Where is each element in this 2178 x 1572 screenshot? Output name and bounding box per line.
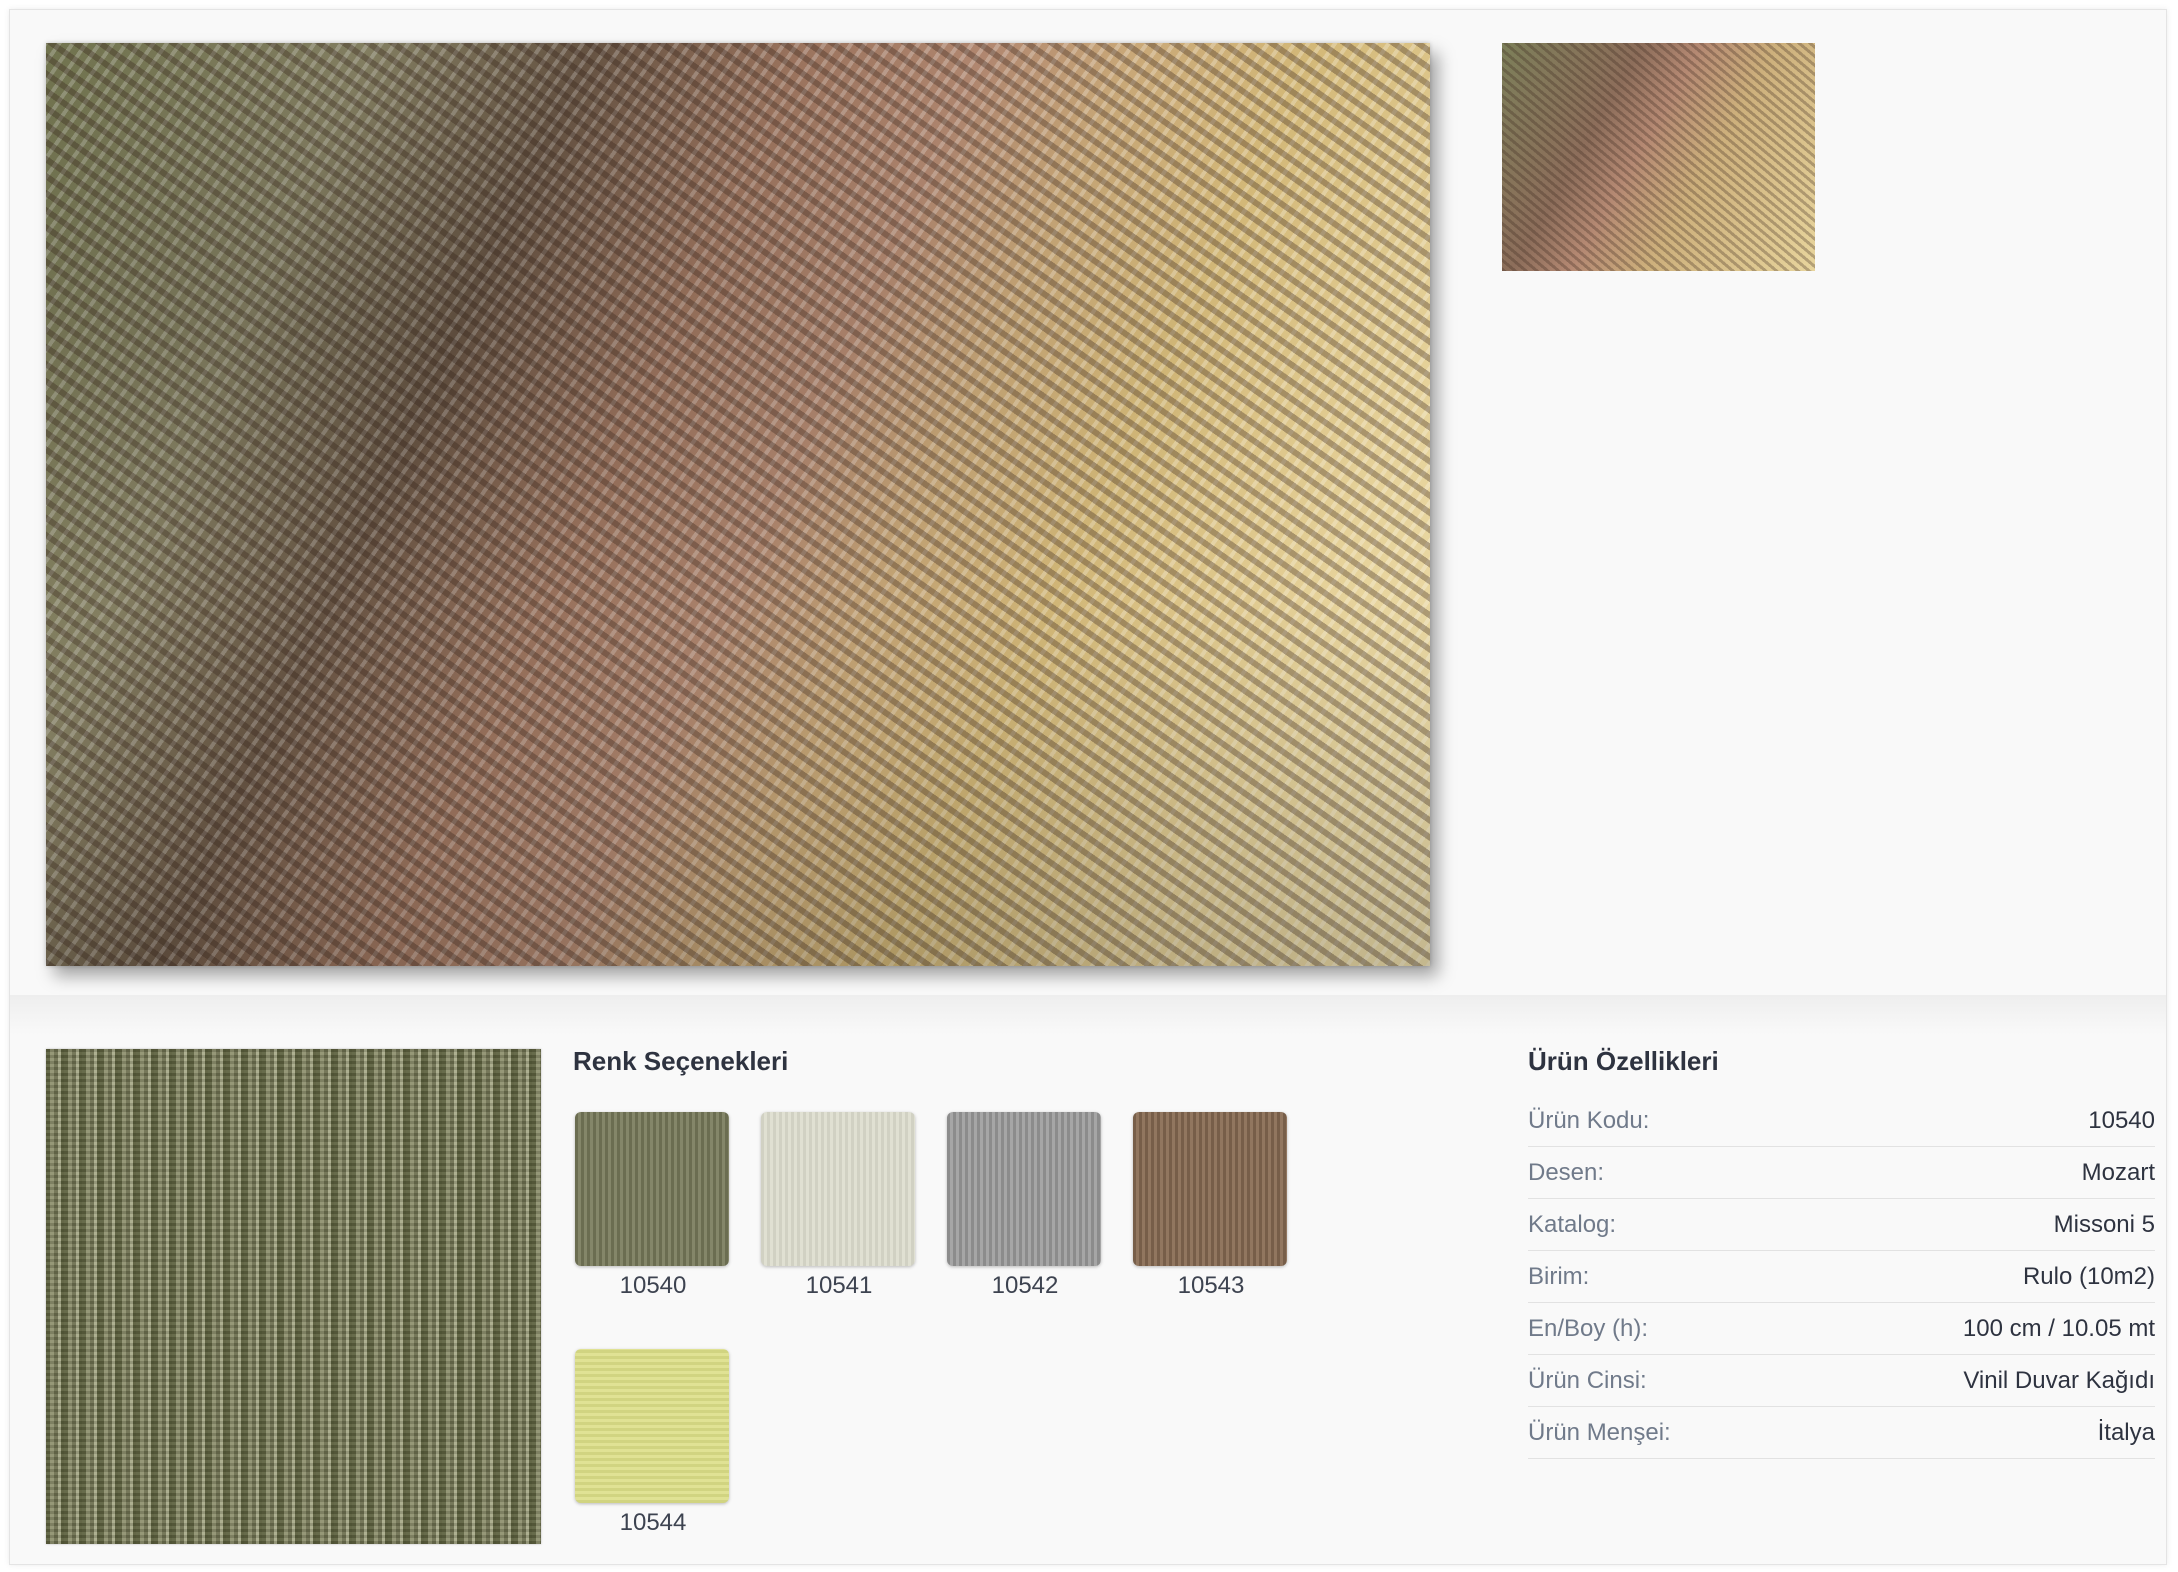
color-code: 10543 — [1177, 1272, 1245, 1299]
color-option-3[interactable]: 10543 — [1133, 1112, 1289, 1300]
property-label: Ürün Cinsi: — [1528, 1366, 1647, 1394]
selected-color-swatch — [46, 1049, 541, 1544]
product-properties-table: Ürün Kodu: 10540 Desen: Mozart Katalog: … — [1528, 1095, 2155, 1459]
color-code: 10540 — [619, 1272, 687, 1299]
property-label: Birim: — [1528, 1262, 1590, 1290]
property-value: İtalya — [2097, 1418, 2155, 1446]
property-row-catalog: Katalog: Missoni 5 — [1528, 1199, 2155, 1251]
property-label: En/Boy (h): — [1528, 1314, 1649, 1342]
property-row-dimensions: En/Boy (h): 100 cm / 10.05 mt — [1528, 1303, 2155, 1355]
property-value: Mozart — [2081, 1158, 2155, 1186]
property-row-type: Ürün Cinsi: Vinil Duvar Kağıdı — [1528, 1355, 2155, 1407]
main-product-image[interactable] — [46, 43, 1430, 966]
section-divider — [10, 995, 2166, 1035]
property-label: Ürün Menşei: — [1528, 1418, 1671, 1446]
product-properties-title: Ürün Özellikleri — [1528, 1046, 1719, 1076]
property-value: Rulo (10m2) — [2022, 1262, 2155, 1290]
property-label: Katalog: — [1528, 1210, 1617, 1238]
color-option-1[interactable]: 10541 — [761, 1112, 917, 1300]
color-code: 10541 — [805, 1272, 873, 1299]
color-chip[interactable] — [575, 1349, 729, 1503]
property-value: 100 cm / 10.05 mt — [1962, 1314, 2155, 1342]
product-page: Renk Seçenekleri 10540 10541 10542 10543… — [9, 9, 2167, 1565]
property-value: 10540 — [2088, 1106, 2155, 1134]
property-label: Ürün Kodu: — [1528, 1106, 1650, 1134]
color-chip[interactable] — [1133, 1112, 1287, 1266]
color-code: 10544 — [619, 1509, 687, 1536]
property-row-pattern: Desen: Mozart — [1528, 1147, 2155, 1199]
product-thumbnail[interactable] — [1502, 43, 1815, 271]
color-options-title: Renk Seçenekleri — [573, 1046, 789, 1076]
property-label: Desen: — [1528, 1158, 1605, 1186]
color-code: 10542 — [991, 1272, 1059, 1299]
color-option-0[interactable]: 10540 — [575, 1112, 731, 1300]
color-option-4[interactable]: 10544 — [575, 1349, 731, 1537]
property-row-code: Ürün Kodu: 10540 — [1528, 1095, 2155, 1147]
color-chip[interactable] — [575, 1112, 729, 1266]
property-row-origin: Ürün Menşei: İtalya — [1528, 1407, 2155, 1459]
color-chip[interactable] — [761, 1112, 915, 1266]
color-chip[interactable] — [947, 1112, 1101, 1266]
property-value: Missoni 5 — [2053, 1210, 2155, 1238]
property-row-unit: Birim: Rulo (10m2) — [1528, 1251, 2155, 1303]
property-value: Vinil Duvar Kağıdı — [1963, 1366, 2155, 1394]
color-option-2[interactable]: 10542 — [947, 1112, 1103, 1300]
